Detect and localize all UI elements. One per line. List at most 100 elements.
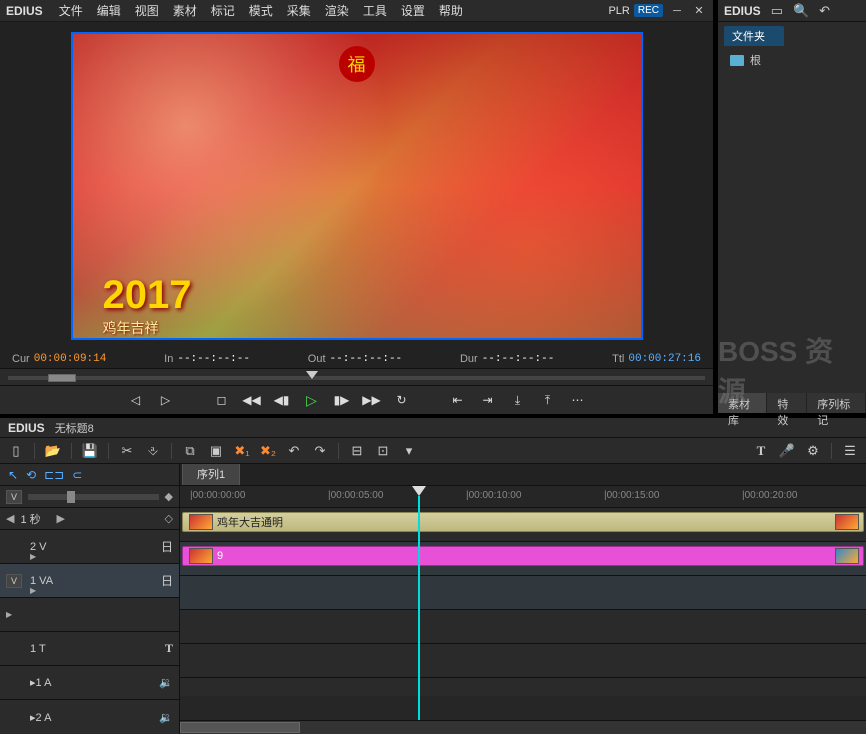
tc-cur-value[interactable]: 00:00:09:14 [34,353,107,365]
menu-marker[interactable]: 标记 [205,0,241,21]
zoom-left-icon[interactable]: ◀ [6,512,14,525]
sequence-tab[interactable]: 序列1 [182,464,240,485]
menu-help[interactable]: 帮助 [433,0,469,21]
tool-open-icon[interactable]: 📂 [43,441,63,461]
scale-slider[interactable] [28,494,159,500]
undo-icon[interactable]: ↶ [819,3,830,19]
menu-edit[interactable]: 编辑 [91,0,127,21]
tool-voiceover-icon[interactable]: 🎤 [777,441,797,461]
zoom-diamond-icon[interactable]: ◇ [165,512,173,525]
track-header-1a[interactable]: ▸1 A 🔉 [0,666,179,700]
tc-out-value[interactable]: --:--:--:-- [330,353,403,365]
tc-dur-value[interactable]: --:--:--:-- [482,353,555,365]
tab-library[interactable]: 素材库 [718,393,767,413]
tab-seq-marker[interactable]: 序列标记 [807,393,866,413]
tool-render-icon[interactable]: ⚙ [803,441,823,461]
tool-redo-icon[interactable]: ↷ [310,441,330,461]
track-header-1va-sub[interactable]: ▶ [0,598,179,632]
scale-toggle-v[interactable]: V [6,490,22,504]
overwrite-icon[interactable]: ⤒ [538,390,558,410]
menu-mode[interactable]: 模式 [243,0,279,21]
track-lane-1va[interactable]: 9 [180,542,866,576]
scale-slider-knob[interactable] [67,491,75,503]
step-fwd-icon[interactable]: ▮▶ [332,390,352,410]
tool-snap-icon[interactable]: ⊏⊐ [44,468,64,482]
hscroll-thumb[interactable] [180,722,300,733]
tool-new-icon[interactable]: ▯ [6,441,26,461]
preview-video-frame[interactable]: 福 2017 鸡年吉祥 [71,32,643,340]
tc-in-value[interactable]: --:--:--:-- [177,353,250,365]
menu-settings[interactable]: 设置 [395,0,431,21]
track-mute-v[interactable]: V [6,574,22,588]
set-out-icon[interactable]: ▷ [156,390,176,410]
track-header-1va[interactable]: V 1 VA 日 ▶ [0,564,179,598]
mode-rec[interactable]: REC [634,4,663,17]
track-lane-2a[interactable] [180,678,866,696]
track-lane-2v[interactable]: 鸡年大吉通明 [180,508,866,542]
extra-icon[interactable]: ⋯ [568,390,588,410]
speaker-icon[interactable]: 🔉 [159,676,173,689]
tool-save-icon[interactable]: 💾 [80,441,100,461]
zoom-label[interactable]: 1 秒 [20,511,50,527]
title-track-icon[interactable]: T [165,641,173,656]
tool-ripple-icon[interactable]: ⎀ [143,441,163,461]
insert-icon[interactable]: ⤓ [508,390,528,410]
play-icon[interactable]: ▷ [302,390,322,410]
tool-title-icon[interactable]: T [751,441,771,461]
rewind-icon[interactable]: ◀◀ [242,390,262,410]
loop-icon[interactable]: ↻ [392,390,412,410]
tool-export-icon[interactable]: ☰ [840,441,860,461]
close-icon[interactable]: ✕ [691,3,707,19]
scrub-playhead-icon[interactable] [306,371,318,379]
expand-icon[interactable]: ▶ [6,610,12,619]
menu-capture[interactable]: 采集 [281,0,317,21]
playhead-handle-icon[interactable] [412,486,426,496]
stop-icon[interactable]: ◻ [212,390,232,410]
menu-tools[interactable]: 工具 [357,0,393,21]
fast-fwd-icon[interactable]: ▶▶ [362,390,382,410]
tool-link-mode-icon[interactable]: ⟲ [26,468,36,482]
tool-group-icon[interactable]: ⊟ [347,441,367,461]
track-patch-icon[interactable]: 日 [161,538,173,555]
bin-tree[interactable]: 根 [718,46,866,393]
tool-copy-icon[interactable]: ⧉ [180,441,200,461]
speaker-icon[interactable]: 🔉 [159,711,173,724]
menu-render[interactable]: 渲染 [319,0,355,21]
tc-ttl-value[interactable]: 00:00:27:16 [628,353,701,365]
tool-delete-range-icon[interactable]: ✖₂ [258,441,278,461]
track-header-2v[interactable]: 2 V 日 ▶ [0,530,179,564]
track-lane-1va-audio[interactable] [180,576,866,610]
tool-undo-icon[interactable]: ↶ [284,441,304,461]
clip-video[interactable]: 鸡年大吉通明 [182,512,864,532]
tool-paste-icon[interactable]: ▣ [206,441,226,461]
scrub-bar[interactable] [0,368,713,386]
tool-cursor-icon[interactable]: ↖ [8,468,18,482]
menu-clip[interactable]: 素材 [167,0,203,21]
tool-link-icon[interactable]: ⊡ [373,441,393,461]
set-in-icon[interactable]: ◁ [126,390,146,410]
menu-file[interactable]: 文件 [53,0,89,21]
bin-root-item[interactable]: 根 [726,50,858,70]
next-edit-icon[interactable]: ⇥ [478,390,498,410]
tool-cut-icon[interactable]: ✂ [117,441,137,461]
tool-marker-icon[interactable]: ▾ [399,441,419,461]
expand-icon[interactable]: ▶ [30,586,36,595]
expand-icon[interactable]: ▶ [30,552,36,561]
folder-icon[interactable]: ▭ [771,3,783,19]
scrub-range-block[interactable] [48,374,76,382]
menu-view[interactable]: 视图 [129,0,165,21]
step-back-icon[interactable]: ◀▮ [272,390,292,410]
timeline-ruler[interactable]: |00:00:00:00|00:00:05:00|00:00:10:00|00:… [180,486,866,508]
tool-magnet-icon[interactable]: ⊂ [72,468,82,482]
track-header-2a[interactable]: ▸2 A 🔉 [0,700,179,734]
mode-plr[interactable]: PLR [608,5,629,17]
timeline-hscroll[interactable] [180,720,866,734]
zoom-right-icon[interactable]: ▶ [56,512,64,525]
search-icon[interactable]: 🔍 [793,3,809,19]
track-patch-icon[interactable]: 日 [161,572,173,589]
tab-effects[interactable]: 特效 [767,393,807,413]
scale-diamond-icon[interactable]: ◆ [165,490,173,503]
prev-edit-icon[interactable]: ⇤ [448,390,468,410]
folder-tab[interactable]: 文件夹 [724,26,784,46]
minimize-icon[interactable]: ─ [669,3,685,19]
